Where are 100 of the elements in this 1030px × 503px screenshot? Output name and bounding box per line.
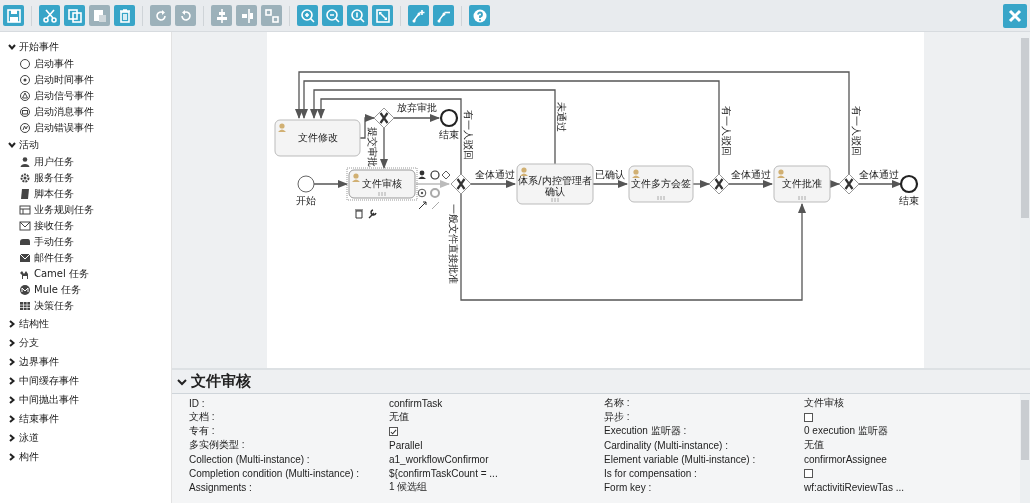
property-value[interactable]: ${confirmTaskCount = ... — [389, 467, 604, 479]
wrench-icon[interactable] — [368, 209, 377, 219]
flow-label: 有一人驳回 — [463, 110, 474, 160]
exclusive-gateway[interactable] — [373, 107, 395, 129]
sequence-flow-arrow[interactable] — [858, 180, 902, 188]
add-bendpoint-button[interactable] — [408, 5, 429, 26]
user-task[interactable]: 文件审核 — [348, 169, 416, 199]
checkbox[interactable] — [389, 427, 398, 437]
user-task[interactable]: 文件多方会签 — [628, 165, 694, 203]
user-task[interactable]: 文件批准 — [773, 165, 831, 203]
close-button[interactable] — [1003, 3, 1027, 28]
scrollbar[interactable] — [1020, 394, 1030, 503]
sequence-flow-arrow[interactable] — [393, 114, 440, 122]
remove-bendpoint-button[interactable] — [433, 5, 454, 26]
property-value[interactable]: 无值 — [804, 438, 1020, 452]
sequence-flow-arrow[interactable] — [692, 180, 710, 188]
property-value[interactable]: 无值 — [389, 410, 604, 424]
trash-button[interactable] — [114, 5, 135, 26]
property-value[interactable]: 文件审核 — [804, 396, 1020, 410]
person-icon[interactable] — [418, 170, 426, 179]
person-icon — [520, 167, 528, 176]
palette-group[interactable]: 活动 — [8, 136, 171, 154]
help-icon — [471, 7, 488, 24]
palette-group[interactable]: 开始事件 — [8, 38, 171, 56]
palette-group[interactable]: 泳道 — [8, 428, 171, 447]
palette-item[interactable]: 接收任务 — [8, 218, 171, 234]
palette-item[interactable]: Mule 任务 — [8, 282, 171, 298]
property-label: 异步 : — [604, 410, 631, 424]
save-button[interactable] — [3, 5, 24, 26]
sequence-flow-arrow[interactable] — [317, 98, 462, 175]
chevron-down-icon — [8, 141, 16, 149]
sequence-flow-arrow[interactable] — [380, 127, 388, 169]
sequence-flow-arrow[interactable] — [470, 180, 516, 188]
sequence-flow-arrow[interactable] — [313, 180, 348, 188]
fit-button[interactable] — [372, 5, 393, 26]
clock-icon[interactable] — [417, 188, 427, 198]
property-label: Element variable (Multi-instance) : — [604, 453, 757, 465]
diamond-icon[interactable] — [441, 170, 451, 180]
palette-item[interactable]: Camel 任务 — [8, 266, 171, 282]
palette-group[interactable]: 分支 — [8, 333, 171, 352]
palette-item[interactable]: 手动任务 — [8, 234, 171, 250]
properties-title: 文件审核 — [191, 372, 251, 391]
trash-icon[interactable] — [354, 209, 364, 219]
person-icon — [777, 169, 785, 178]
end-event[interactable] — [899, 174, 919, 194]
chevron-icon[interactable] — [177, 376, 187, 387]
property-value[interactable]: wf:activitiReviewTas ... — [804, 481, 1020, 493]
property-label: Execution 监听器 : — [604, 424, 688, 438]
palette-item[interactable]: 决策任务 — [8, 298, 171, 314]
palette-group[interactable]: 中间缓存事件 — [8, 371, 171, 390]
property-value[interactable]: 1 候选组 — [389, 480, 604, 494]
property-value[interactable]: confirmorAssignee — [804, 453, 1020, 465]
palette-group[interactable]: 边界事件 — [8, 352, 171, 371]
property-value[interactable]: a1_workflowConfirmor — [389, 453, 604, 465]
chevron-right-icon — [8, 376, 16, 385]
property-value[interactable]: 0 execution 监听器 — [804, 424, 1020, 438]
palette-item[interactable]: 脚本任务 — [8, 186, 171, 202]
palette-group[interactable]: 中间抛出事件 — [8, 390, 171, 409]
scissors-button[interactable] — [39, 5, 60, 26]
sequence-flow-arrow[interactable] — [310, 89, 556, 165]
sequence-flow-arrow[interactable] — [829, 180, 840, 188]
arrow-icon[interactable] — [418, 201, 427, 210]
scroll-icon — [19, 188, 31, 200]
palette-item[interactable]: 邮件任务 — [8, 250, 171, 266]
sequence-flow-arrow[interactable] — [728, 180, 773, 188]
copy-button[interactable] — [64, 5, 85, 26]
palette-item[interactable]: 服务任务 — [8, 170, 171, 186]
zoom-actual-icon — [349, 7, 366, 24]
zoom-in-button[interactable] — [297, 5, 318, 26]
exclusive-gateway[interactable] — [708, 173, 730, 195]
sequence-flow-arrow[interactable] — [592, 180, 628, 188]
chevron-down-icon — [8, 43, 16, 51]
checkbox[interactable] — [804, 413, 813, 423]
help-button[interactable] — [469, 5, 490, 26]
property-label: Collection (Multi-instance) : — [189, 453, 311, 465]
palette-item[interactable]: 启动信号事件 — [8, 88, 171, 104]
user-task[interactable]: 体系/内控管理者确认 — [516, 163, 594, 205]
palette-item[interactable]: 用户任务 — [8, 154, 171, 170]
palette-item[interactable]: 启动时间事件 — [8, 72, 171, 88]
save-icon — [5, 7, 22, 24]
palette-group[interactable]: 结构性 — [8, 314, 171, 333]
palette-item[interactable]: 启动错误事件 — [8, 120, 171, 136]
palette-item[interactable]: 启动消息事件 — [8, 104, 171, 120]
property-value[interactable]: confirmTask — [389, 397, 604, 409]
palette-group[interactable]: 构件 — [8, 447, 171, 466]
exclusive-gateway[interactable] — [838, 173, 860, 195]
palette-item[interactable]: 启动事件 — [8, 56, 171, 72]
circle-icon[interactable] — [430, 170, 440, 180]
exclusive-gateway[interactable] — [450, 173, 472, 195]
property-value[interactable]: Parallel — [389, 439, 604, 451]
user-task[interactable]: 文件修改 — [274, 119, 361, 157]
palette-group[interactable]: 结束事件 — [8, 409, 171, 428]
zoom-out-button[interactable] — [322, 5, 343, 26]
chevron-right-icon — [8, 414, 16, 423]
checkbox[interactable] — [804, 469, 813, 479]
person-icon — [19, 156, 31, 168]
palette-item[interactable]: 业务规则任务 — [8, 202, 171, 218]
end-event[interactable] — [439, 108, 459, 128]
start-event[interactable] — [297, 175, 315, 193]
zoom-actual-button[interactable] — [347, 5, 368, 26]
